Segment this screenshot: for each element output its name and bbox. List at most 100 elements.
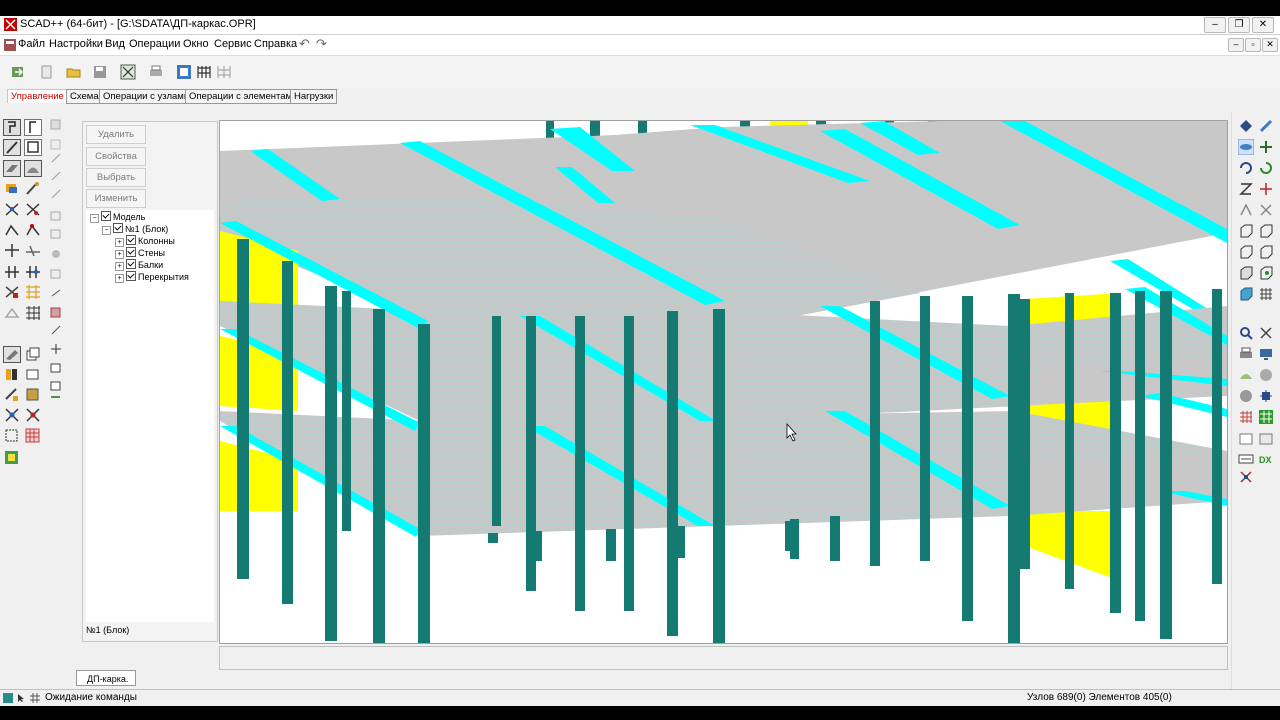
info-icon[interactable] (1238, 469, 1254, 485)
fragment-icon[interactable] (3, 304, 21, 321)
gray-disc-icon[interactable] (1238, 388, 1254, 404)
grid-frame-icon[interactable] (196, 64, 212, 80)
close-button[interactable]: ✕ (1252, 17, 1274, 33)
shift-view-icon[interactable] (1258, 139, 1274, 155)
table-green-icon[interactable] (1258, 409, 1274, 425)
folder-icon[interactable] (1258, 430, 1274, 446)
tree-node-walls[interactable]: + Стены (115, 247, 165, 259)
book-icon[interactable] (24, 386, 42, 403)
tab-loads[interactable]: Нагрузки (290, 89, 338, 104)
cube-iso-icon[interactable] (1258, 244, 1274, 260)
select-node-icon[interactable] (3, 119, 21, 136)
model-viewport[interactable] (219, 120, 1228, 644)
print-icon[interactable] (148, 64, 164, 80)
checkbox-icon[interactable] (126, 235, 136, 245)
printer-icon[interactable] (1238, 346, 1254, 362)
menu-service[interactable]: Сервис (214, 38, 252, 50)
tree-node-beams[interactable]: + Балки (115, 259, 163, 271)
rotate-nodes-icon[interactable] (24, 406, 42, 423)
table-icon[interactable] (24, 427, 42, 444)
move-nodes-icon[interactable] (3, 406, 21, 423)
select-button[interactable]: Выбрать (86, 168, 146, 187)
status-grid-icon[interactable] (30, 693, 40, 703)
mdi-minimize-button[interactable]: – (1228, 38, 1244, 52)
menu-settings[interactable]: Настройки (49, 38, 103, 50)
cube-top-icon[interactable] (1238, 244, 1254, 260)
supports-icon[interactable] (3, 283, 21, 300)
rotate-z-icon[interactable] (1238, 181, 1254, 197)
open-folder-icon[interactable] (66, 64, 82, 80)
table-red-icon[interactable] (1238, 409, 1254, 425)
rotate-x-icon[interactable] (1238, 160, 1254, 176)
paint-icon[interactable] (3, 386, 21, 403)
plate-icon[interactable] (3, 160, 21, 177)
rigid-links-icon[interactable] (24, 222, 42, 239)
render-icon[interactable] (1238, 286, 1254, 302)
new-document-icon[interactable] (38, 64, 54, 80)
menu-operations[interactable]: Операции (129, 38, 180, 50)
node-symbol-icon[interactable] (1258, 388, 1274, 404)
delete-button[interactable]: Удалить (86, 125, 146, 144)
copy-icon[interactable] (24, 346, 42, 363)
tree-node-slabs[interactable]: + Перекрытия (115, 271, 189, 283)
graphic-analysis-icon[interactable] (176, 64, 192, 80)
expand-icon[interactable]: + (115, 238, 124, 247)
save-icon[interactable] (92, 64, 108, 80)
view-yz-icon[interactable] (1258, 202, 1274, 218)
color-fill-icon[interactable] (3, 180, 21, 197)
checkbox-icon[interactable] (126, 259, 136, 269)
undo-icon[interactable]: ↶ (299, 36, 310, 52)
cube-front-icon[interactable] (1238, 223, 1254, 239)
select-element-icon[interactable] (24, 119, 42, 136)
mdi-restore-button[interactable]: ▫ (1245, 38, 1261, 52)
disabled-grid-icon[interactable] (216, 64, 232, 80)
status-model-icon[interactable] (3, 693, 13, 703)
wireframe-icon[interactable] (1258, 286, 1274, 302)
surface-icon[interactable] (24, 160, 42, 177)
rotate-y-icon[interactable] (1258, 160, 1274, 176)
menu-help[interactable]: Справка (254, 38, 297, 50)
tree-node-columns[interactable]: + Колонны (115, 235, 175, 247)
exit-icon[interactable] (10, 64, 26, 80)
tab-node-operations[interactable]: Операции с узлами (99, 89, 194, 104)
checkbox-icon[interactable] (101, 211, 111, 221)
secondary-tool-icons[interactable] (50, 118, 62, 398)
document-tab[interactable]: ДП-карка. (76, 670, 136, 686)
axes-3d-icon[interactable] (1258, 181, 1274, 197)
expand-icon[interactable]: + (115, 274, 124, 283)
status-cursor-icon[interactable] (16, 693, 26, 703)
monitor-icon[interactable] (1258, 346, 1274, 362)
collapse-icon[interactable]: − (90, 214, 99, 223)
view-projection-icon[interactable] (1238, 118, 1254, 134)
fragment-3d-icon[interactable] (1258, 265, 1274, 281)
plan-view-icon[interactable] (1238, 139, 1254, 155)
expand-icon[interactable]: + (115, 262, 124, 271)
zoom-icon[interactable] (1238, 325, 1254, 341)
element-numbers-icon[interactable] (24, 263, 42, 280)
palette-icon[interactable] (1238, 367, 1254, 383)
restore-button[interactable]: ❐ (1228, 17, 1250, 33)
zoom-out-icon[interactable] (1258, 325, 1274, 341)
menu-view[interactable]: Вид (105, 38, 125, 50)
numbering-icon[interactable] (3, 222, 21, 239)
horizontal-scrollbar[interactable] (219, 646, 1228, 670)
cube-bottom-icon[interactable] (1238, 265, 1254, 281)
properties-button[interactable]: Свойства (86, 147, 146, 166)
tab-management[interactable]: Управление (7, 89, 68, 103)
model-settings-icon[interactable] (120, 64, 136, 80)
view-xz-icon[interactable] (1238, 202, 1254, 218)
dx-icon[interactable]: DX (1258, 451, 1274, 467)
grid-view-icon[interactable] (24, 283, 42, 300)
expand-icon[interactable]: + (115, 250, 124, 259)
hinge-icon[interactable] (24, 242, 42, 259)
tab-element-operations[interactable]: Операции с элементами (185, 89, 302, 104)
structural-model-view[interactable] (220, 121, 1227, 643)
color-palette-icon[interactable] (3, 449, 21, 466)
tree-node-block[interactable]: − №1 (Блок) (102, 223, 168, 235)
mesh-icon[interactable] (24, 304, 42, 321)
brush-icon[interactable] (24, 180, 42, 197)
node-filter-icon[interactable] (3, 201, 21, 218)
cube-side-icon[interactable] (1258, 223, 1274, 239)
modify-button[interactable]: Изменить (86, 189, 146, 208)
checkbox-icon[interactable] (126, 247, 136, 257)
